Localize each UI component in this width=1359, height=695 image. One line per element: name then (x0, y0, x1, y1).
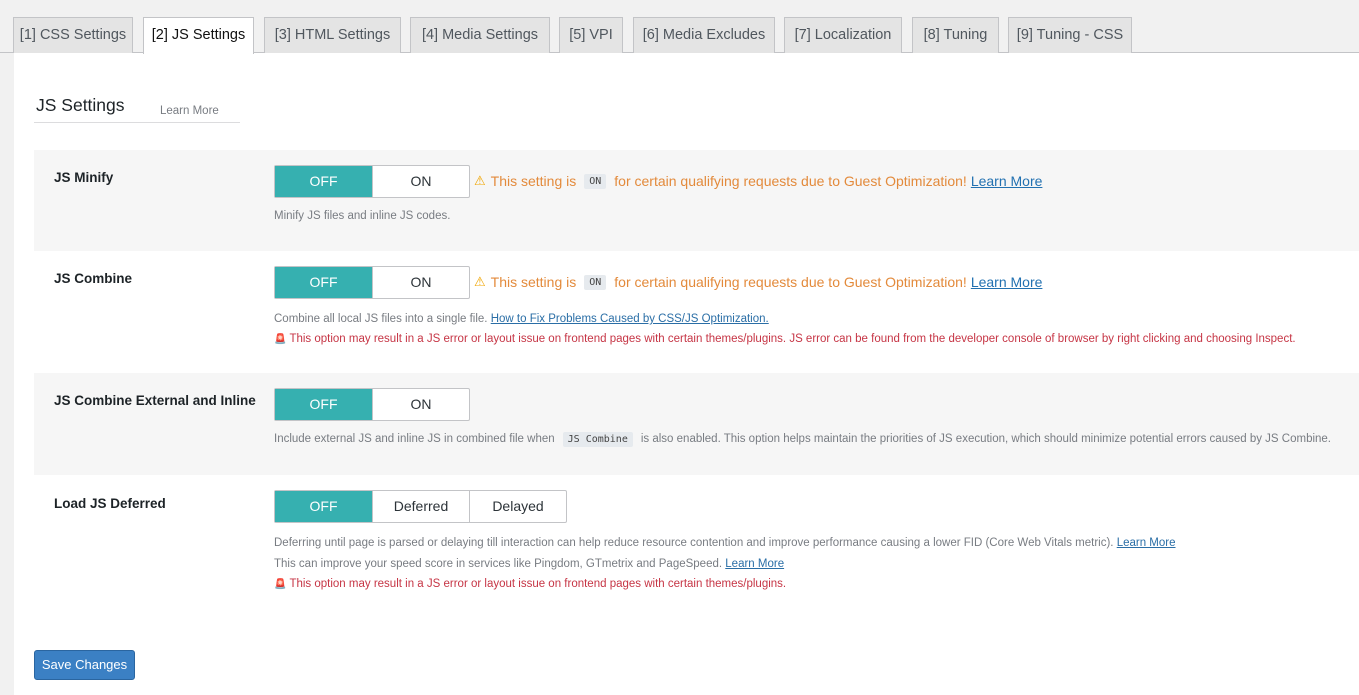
js-combine-external-off-option[interactable]: OFF (275, 389, 372, 420)
js-combine-on-option[interactable]: ON (372, 267, 469, 298)
setting-label: JS Combine (54, 271, 133, 286)
code-tag: ON (584, 274, 607, 290)
tab-tuning[interactable]: [8] Tuning (912, 17, 999, 53)
fid-learn-more-link[interactable]: Learn More (1117, 537, 1176, 549)
js-combine-off-option[interactable]: OFF (275, 267, 372, 298)
deferred-off-option[interactable]: OFF (275, 491, 372, 522)
guest-optimization-warning: ⚠ This setting is ON for certain qualify… (474, 173, 1042, 189)
section-header: JS Settings Learn More (34, 95, 240, 123)
guest-optimization-warning: ⚠ This setting is ON for certain qualify… (474, 274, 1042, 290)
tab-media-settings[interactable]: [4] Media Settings (410, 17, 550, 53)
tab-html-settings[interactable]: [3] HTML Settings (264, 17, 401, 53)
code-tag: ON (584, 173, 607, 189)
setting-row-js-combine-external: JS Combine External and Inline OFF ON In… (34, 373, 1359, 475)
setting-description: Deferring until page is parsed or delayi… (274, 537, 1176, 549)
description-text: Combine all local JS files into a single… (274, 313, 488, 325)
setting-description: Minify JS files and inline JS codes. (274, 210, 451, 222)
setting-row-js-minify: JS Minify OFF ON ⚠ This setting is ON fo… (34, 150, 1359, 251)
delayed-option[interactable]: Delayed (469, 491, 566, 522)
warning-learn-more-link[interactable]: Learn More (971, 274, 1043, 290)
alert-icon: 🚨 (274, 579, 287, 590)
warning-text: for certain qualifying requests due to G… (614, 173, 967, 189)
warning-text: This setting is (490, 274, 577, 290)
settings-tabs: [1] CSS Settings [2] JS Settings [3] HTM… (0, 0, 1359, 54)
tab-tuning-css[interactable]: [9] Tuning - CSS (1008, 17, 1132, 53)
setting-description: Combine all local JS files into a single… (274, 313, 769, 325)
setting-row-js-combine: JS Combine OFF ON ⚠ This setting is ON f… (34, 251, 1359, 373)
tab-localization[interactable]: [7] Localization (784, 17, 902, 53)
js-combine-external-toggle: OFF ON (274, 388, 470, 421)
deferred-option[interactable]: Deferred (372, 491, 469, 522)
danger-text: This option may result in a JS error or … (289, 578, 787, 590)
fix-problems-link[interactable]: How to Fix Problems Caused by CSS/JS Opt… (491, 313, 769, 325)
js-combine-toggle: OFF ON (274, 266, 470, 299)
code-tag: JS Combine (562, 432, 633, 447)
section-title: JS Settings (36, 95, 125, 115)
alert-icon: 🚨 (274, 334, 287, 345)
danger-notice: 🚨 This option may result in a JS error or… (274, 578, 786, 590)
tab-media-excludes[interactable]: [6] Media Excludes (633, 17, 775, 53)
js-minify-off-option[interactable]: OFF (275, 166, 372, 197)
setting-label: Load JS Deferred (54, 496, 166, 511)
warning-learn-more-link[interactable]: Learn More (971, 173, 1043, 189)
setting-description: This can improve your speed score in ser… (274, 558, 784, 570)
warning-icon: ⚠ (474, 274, 486, 289)
section-learn-more-link[interactable]: Learn More (160, 105, 219, 117)
tab-js-settings[interactable]: [2] JS Settings (143, 17, 254, 54)
description-text: Include external JS and inline JS in com… (274, 433, 555, 445)
js-combine-external-on-option[interactable]: ON (372, 389, 469, 420)
setting-row-load-js-deferred: Load JS Deferred OFF Deferred Delayed De… (34, 475, 1359, 615)
setting-description: Include external JS and inline JS in com… (274, 432, 1332, 447)
tab-css-settings[interactable]: [1] CSS Settings (13, 17, 133, 53)
danger-notice: 🚨 This option may result in a JS error or… (274, 333, 1296, 345)
setting-label: JS Combine External and Inline (54, 393, 256, 408)
warning-text: for certain qualifying requests due to G… (614, 274, 967, 290)
description-text: is also enabled. This option helps maint… (640, 433, 1332, 445)
description-text: This can improve your speed score in ser… (274, 558, 723, 570)
speed-score-learn-more-link[interactable]: Learn More (725, 558, 784, 570)
description-text: Deferring until page is parsed or delayi… (274, 537, 1114, 549)
save-changes-button[interactable]: Save Changes (34, 650, 135, 680)
settings-panel: JS Settings Learn More JS Minify OFF ON … (14, 53, 1359, 695)
tab-vpi[interactable]: [5] VPI (559, 17, 623, 53)
warning-text: This setting is (490, 173, 577, 189)
js-minify-on-option[interactable]: ON (372, 166, 469, 197)
js-minify-toggle: OFF ON (274, 165, 470, 198)
load-js-deferred-toggle: OFF Deferred Delayed (274, 490, 567, 523)
setting-label: JS Minify (54, 170, 114, 185)
warning-icon: ⚠ (474, 173, 486, 188)
danger-text: This option may result in a JS error or … (289, 333, 1296, 345)
